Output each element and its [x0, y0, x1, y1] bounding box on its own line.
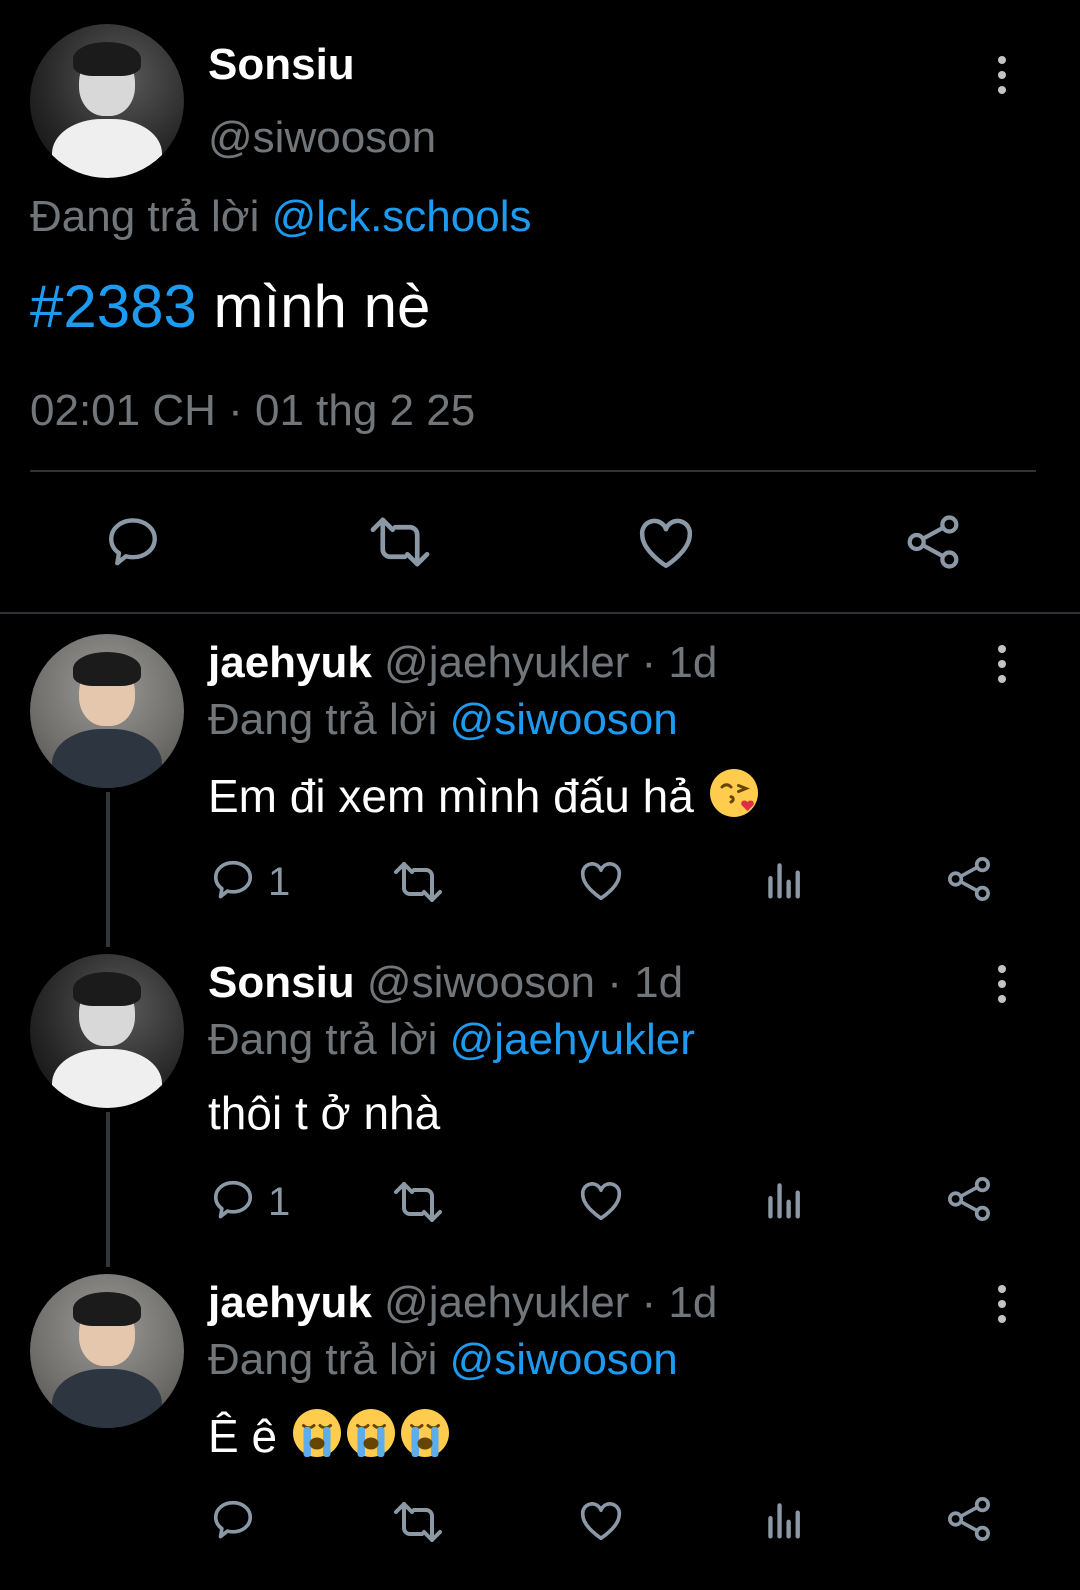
avatar[interactable] — [30, 24, 184, 178]
like-button[interactable] — [578, 858, 624, 907]
retweet-icon — [394, 1182, 442, 1222]
replying-to-link[interactable]: @jaehyukler — [450, 1015, 695, 1064]
kiss-emoji-icon — [709, 769, 758, 817]
handle-time[interactable]: @jaehyukler · 1d — [384, 638, 717, 687]
retweet-button[interactable] — [392, 860, 444, 909]
like-button[interactable] — [636, 514, 696, 575]
share-icon — [948, 857, 990, 901]
retweet-button[interactable] — [392, 1500, 444, 1549]
reply-icon — [109, 518, 157, 566]
reply-text: Em đi xem mình đấu hả — [208, 770, 694, 822]
avatar[interactable] — [30, 1274, 184, 1428]
main-replying-line: Đang trả lời @lck.schools — [30, 192, 531, 242]
more-icon[interactable] — [998, 1285, 1006, 1330]
reply-button[interactable] — [104, 512, 162, 575]
display-name[interactable]: Sonsiu — [208, 958, 355, 1007]
reply-text: Ê ê — [208, 1410, 278, 1462]
handle-time[interactable]: @jaehyukler · 1d — [384, 1278, 717, 1327]
share-button[interactable] — [904, 514, 962, 575]
share-button[interactable] — [946, 1176, 992, 1227]
replying-prefix: Đang trả lời — [208, 695, 438, 744]
like-icon — [580, 1502, 622, 1541]
tweet-text: mình nè — [196, 273, 431, 340]
main-tweet-text: #2383 mình nè — [30, 272, 430, 341]
retweet-button[interactable] — [368, 514, 432, 575]
like-icon — [639, 518, 693, 568]
views-icon — [768, 1503, 800, 1539]
retweet-icon — [394, 1502, 442, 1542]
divider — [30, 470, 1036, 472]
replying-prefix: Đang trả lời — [30, 192, 260, 241]
share-button[interactable] — [946, 1496, 992, 1547]
reply-icon — [213, 1180, 253, 1219]
replying-line: Đang trả lời @siwooson — [208, 695, 678, 745]
retweet-icon — [370, 517, 430, 567]
reply-text-line: Em đi xem mình đấu hả — [208, 766, 761, 823]
main-timestamp[interactable]: 02:01 CH · 01 thg 2 25 — [30, 386, 475, 436]
more-icon[interactable] — [998, 645, 1006, 690]
reply-button[interactable] — [210, 1496, 256, 1547]
display-name[interactable]: jaehyuk — [208, 638, 372, 687]
more-icon[interactable] — [998, 56, 1006, 101]
replying-to-link[interactable]: @siwooson — [450, 695, 678, 744]
hashtag-link[interactable]: #2383 — [30, 273, 197, 340]
main-display-name[interactable]: Sonsiu — [208, 40, 355, 90]
thread-line — [106, 792, 110, 947]
share-icon — [907, 515, 959, 569]
like-button[interactable] — [578, 1498, 624, 1547]
crying-emoji-icon — [400, 1409, 449, 1457]
reply-count: 1 — [268, 860, 291, 904]
like-icon — [580, 862, 622, 901]
replying-prefix: Đang trả lời — [208, 1015, 438, 1064]
avatar[interactable] — [30, 634, 184, 788]
reply-button[interactable] — [210, 1176, 256, 1227]
reply-text: thôi t ở nhà — [208, 1087, 441, 1139]
share-icon — [948, 1177, 990, 1221]
reply-header: jaehyuk @jaehyukler · 1d — [208, 638, 717, 688]
main-handle[interactable]: @siwooson — [208, 113, 436, 163]
reply-header: jaehyuk @jaehyukler · 1d — [208, 1278, 717, 1328]
views-icon — [768, 1183, 800, 1219]
views-icon — [768, 863, 800, 899]
like-icon — [580, 1182, 622, 1221]
views-button[interactable] — [766, 860, 804, 905]
display-name[interactable]: jaehyuk — [208, 1278, 372, 1327]
reply-text-line: Ê ê — [208, 1406, 452, 1463]
reply-header: Sonsiu @siwooson · 1d — [208, 958, 683, 1008]
reply-icon — [213, 1500, 253, 1539]
reply-count: 1 — [268, 1180, 291, 1224]
like-button[interactable] — [578, 1178, 624, 1227]
avatar[interactable] — [30, 954, 184, 1108]
share-button[interactable] — [946, 856, 992, 907]
section-divider — [0, 612, 1080, 614]
crying-emoji-icon — [346, 1409, 395, 1457]
replying-line: Đang trả lời @jaehyukler — [208, 1015, 695, 1065]
replying-prefix: Đang trả lời — [208, 1335, 438, 1384]
replying-line: Đang trả lời @siwooson — [208, 1335, 678, 1385]
reply-button[interactable] — [210, 856, 256, 907]
share-icon — [948, 1497, 990, 1541]
replying-to-link[interactable]: @siwooson — [450, 1335, 678, 1384]
handle-time[interactable]: @siwooson · 1d — [367, 958, 683, 1007]
views-button[interactable] — [766, 1500, 804, 1545]
crying-emoji-icon — [292, 1409, 341, 1457]
replying-to-link[interactable]: @lck.schools — [272, 192, 532, 241]
thread-line — [106, 1112, 110, 1267]
retweet-icon — [394, 862, 442, 902]
reply-icon — [213, 860, 253, 899]
retweet-button[interactable] — [392, 1180, 444, 1229]
more-icon[interactable] — [998, 965, 1006, 1010]
views-button[interactable] — [766, 1180, 804, 1225]
